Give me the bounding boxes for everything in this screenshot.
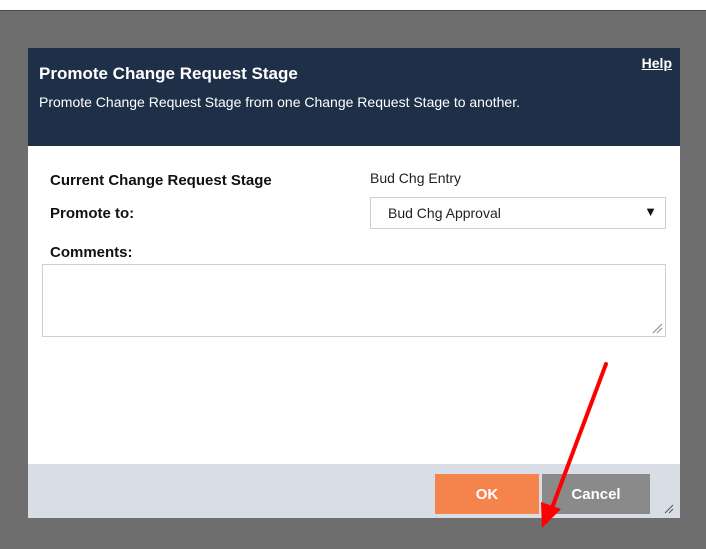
dialog-header: Promote Change Request Stage Promote Cha… xyxy=(28,48,680,146)
resize-grip-icon[interactable] xyxy=(662,502,674,514)
cancel-button[interactable]: Cancel xyxy=(542,474,650,514)
caret-down-icon: ▼ xyxy=(644,204,657,219)
comments-textarea[interactable] xyxy=(42,264,666,337)
promote-stage-dialog: Promote Change Request Stage Promote Cha… xyxy=(28,48,680,518)
promote-to-select[interactable]: Bud Chg Approval ▼ xyxy=(370,197,666,229)
resize-grip-icon[interactable] xyxy=(651,322,663,334)
dialog-subtitle: Promote Change Request Stage from one Ch… xyxy=(39,94,520,110)
comments-label: Comments: xyxy=(50,244,133,261)
dialog-footer: OK Cancel xyxy=(28,464,680,518)
current-stage-value: Bud Chg Entry xyxy=(370,170,462,186)
dialog-title: Promote Change Request Stage xyxy=(39,64,298,83)
ok-button[interactable]: OK xyxy=(435,474,539,514)
page-top-strip xyxy=(0,0,706,10)
help-link[interactable]: Help xyxy=(642,55,672,71)
promote-to-selected-value: Bud Chg Approval xyxy=(388,205,501,221)
current-stage-label: Current Change Request Stage xyxy=(50,172,272,189)
promote-to-label: Promote to: xyxy=(50,205,135,222)
